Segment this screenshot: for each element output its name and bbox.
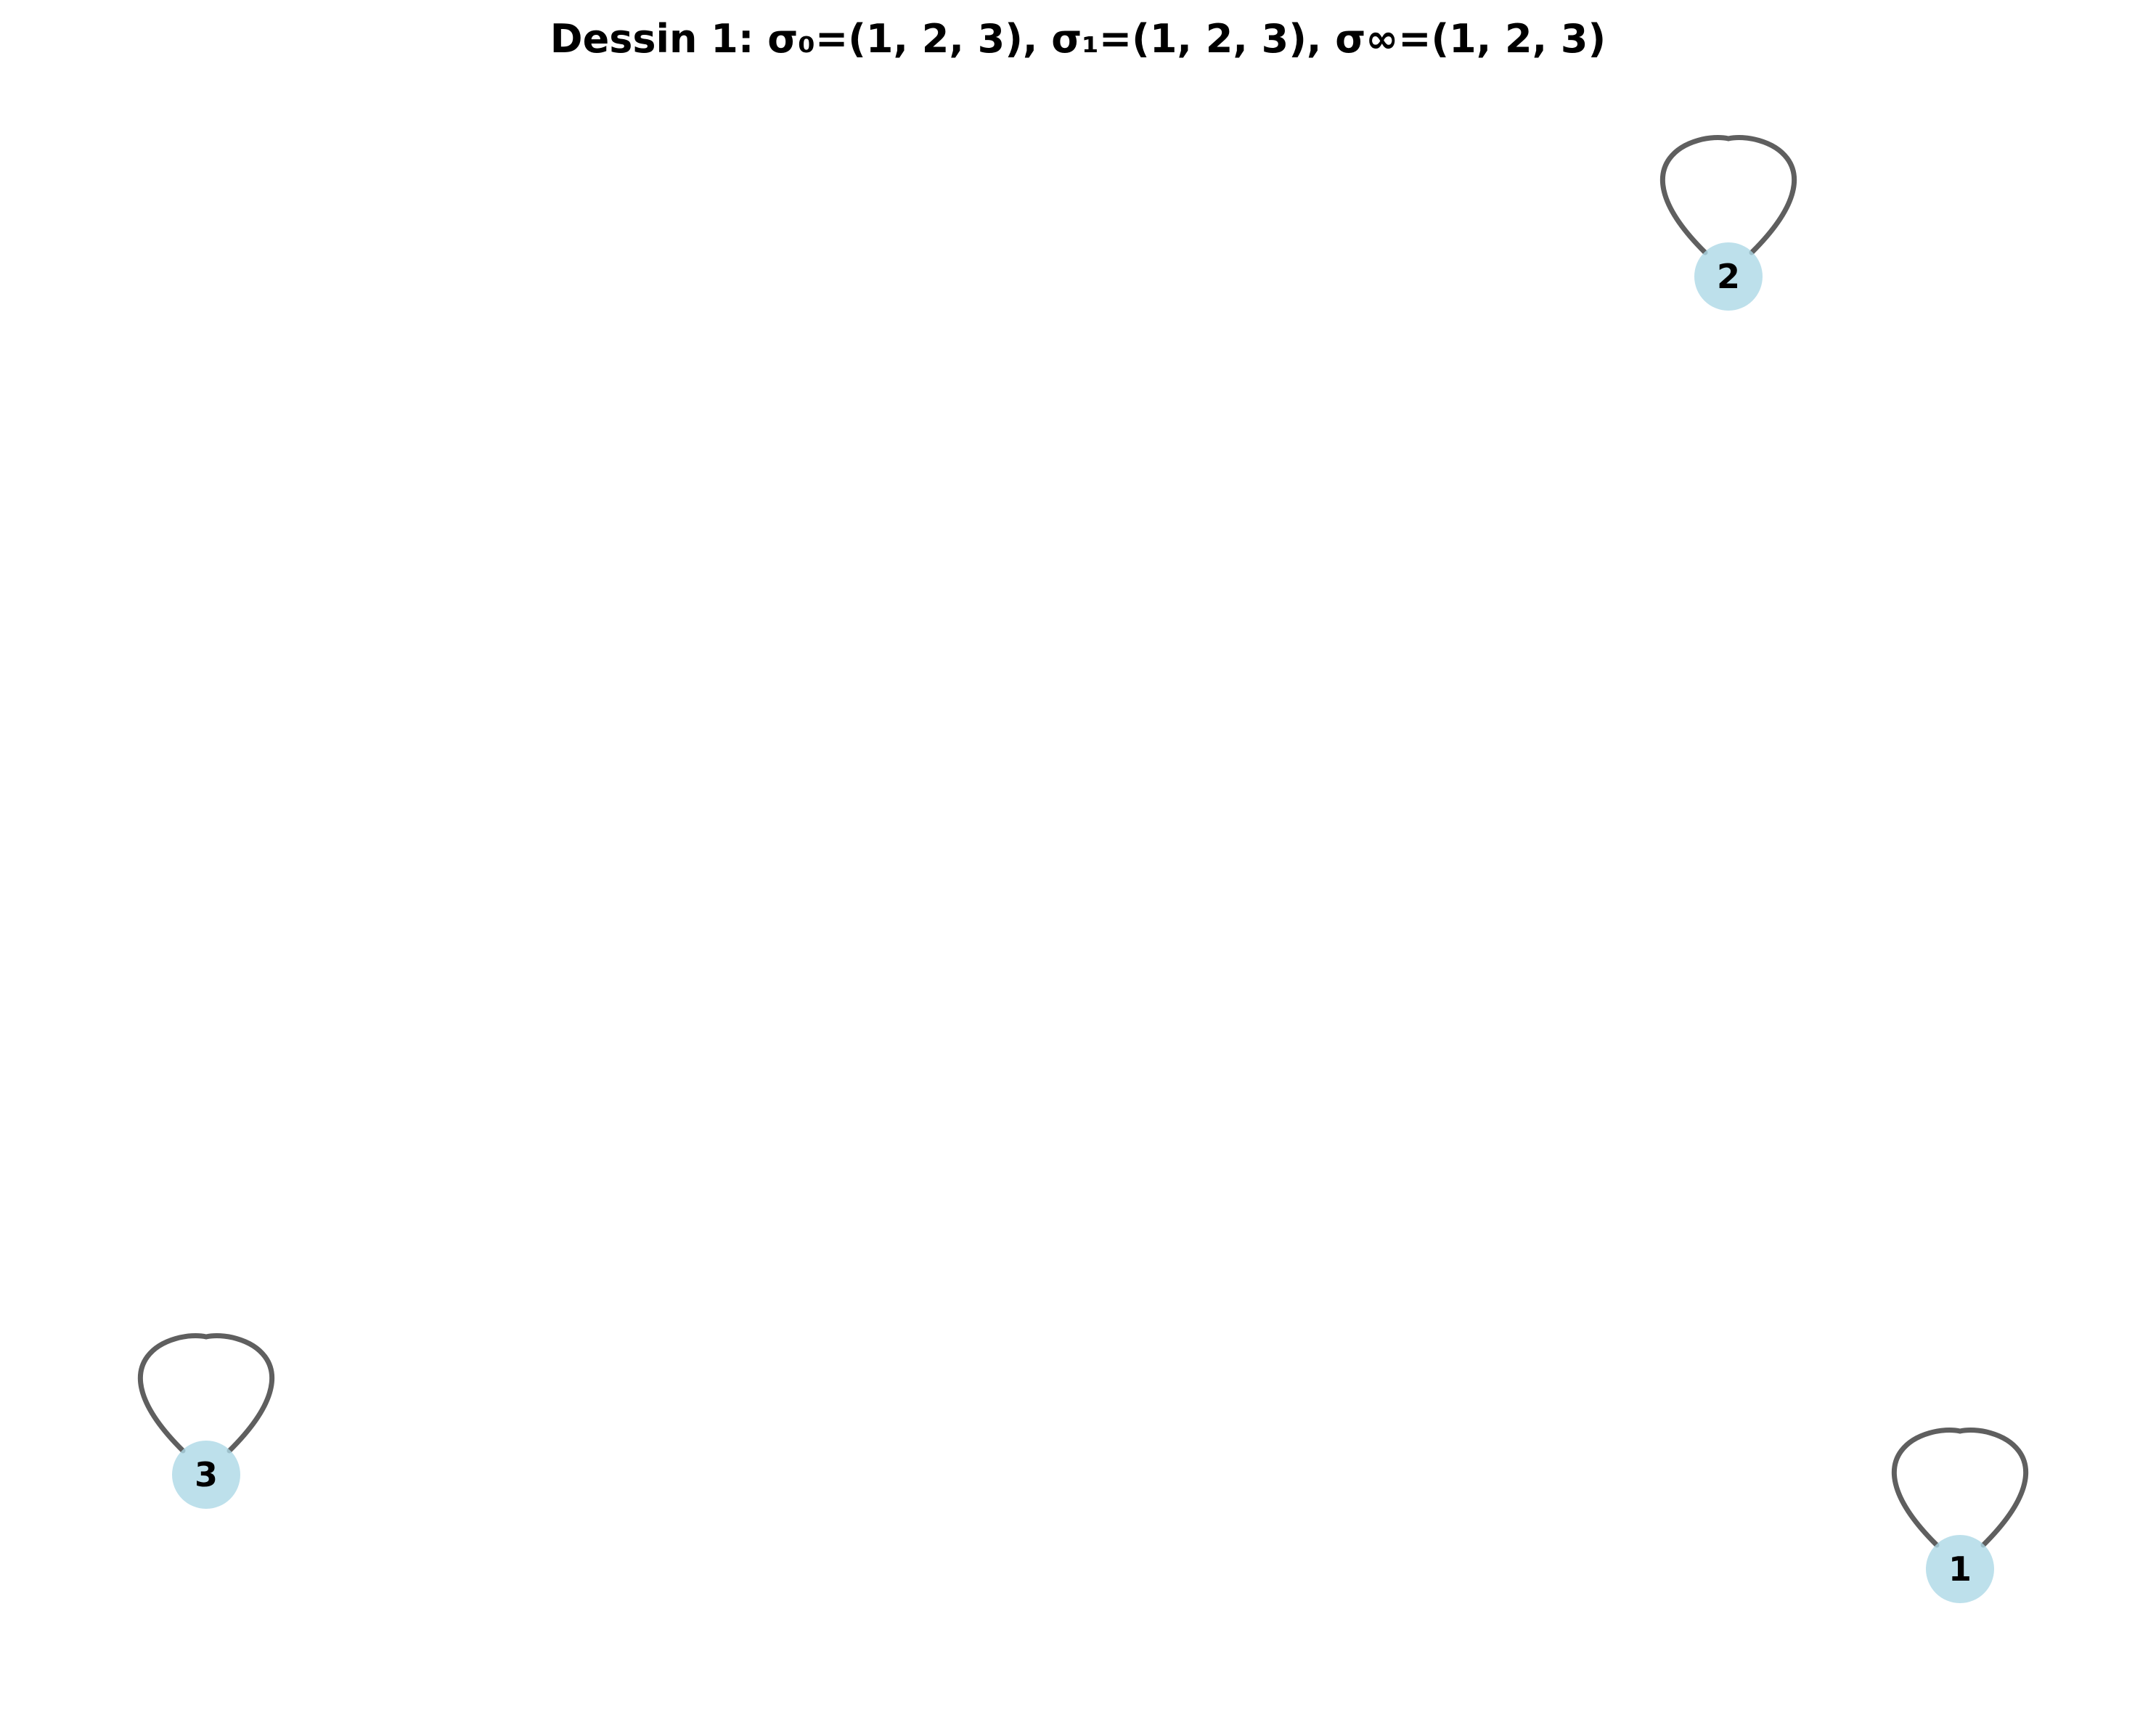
node-2-label: 2 [1717, 257, 1740, 296]
node-1-label: 1 [1948, 1549, 1972, 1589]
self-loop-node-3 [138, 1333, 274, 1454]
nodes-layer: 1 2 3 [172, 242, 1994, 1603]
self-loop-node-1 [1892, 1428, 2028, 1548]
diagram-title: Dessin 1: σ₀=(1, 2, 3), σ₁=(1, 2, 3), σ∞… [550, 16, 1606, 62]
node-1[interactable]: 1 [1926, 1535, 1994, 1603]
dessin-graph: Dessin 1: σ₀=(1, 2, 3), σ₁=(1, 2, 3), σ∞… [138, 16, 2028, 1603]
edges-layer [138, 135, 2028, 1548]
node-3[interactable]: 3 [172, 1441, 240, 1509]
self-loop-node-2 [1660, 135, 1797, 255]
node-3-label: 3 [195, 1455, 218, 1494]
node-2[interactable]: 2 [1694, 242, 1763, 311]
diagram-canvas: Dessin 1: σ₀=(1, 2, 3), σ₁=(1, 2, 3), σ∞… [0, 0, 2156, 1720]
